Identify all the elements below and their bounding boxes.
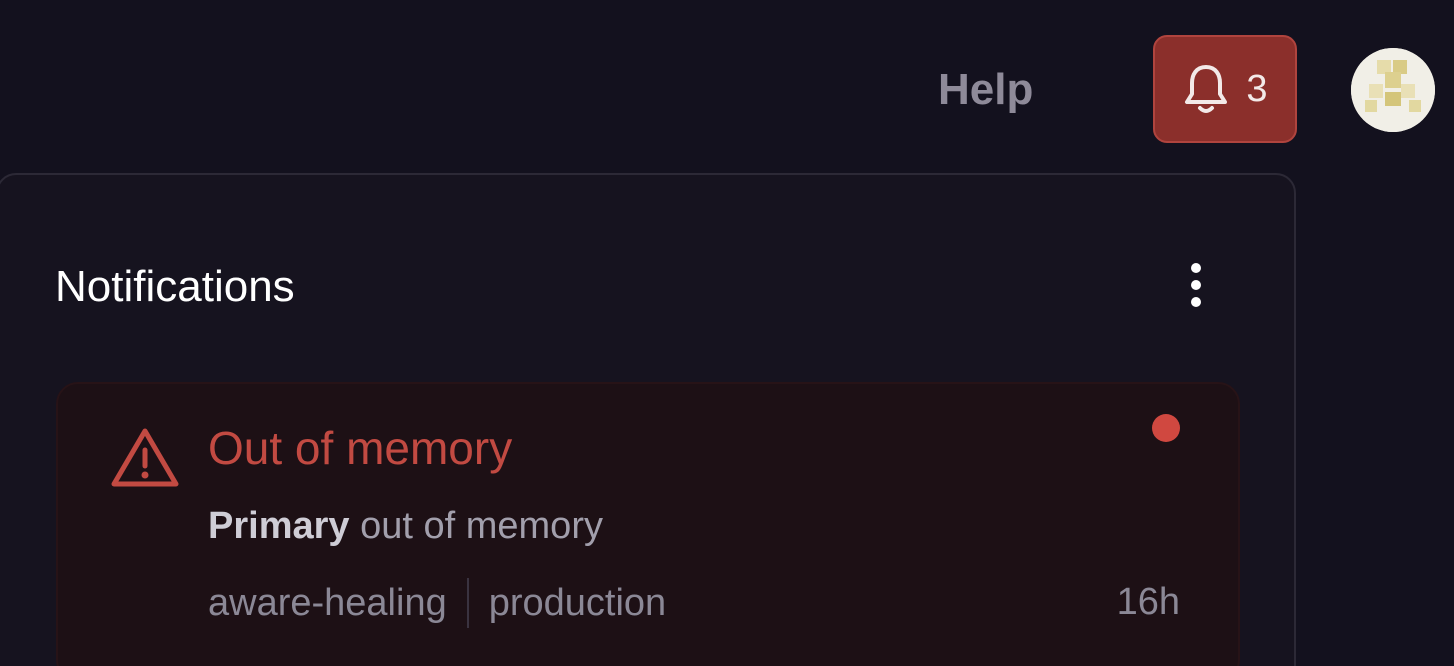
more-vertical-icon (1190, 262, 1202, 313)
notifications-button[interactable]: 3 (1153, 35, 1297, 143)
page: Help 3 Notifications Out of memory Prima… (0, 0, 1454, 666)
notification-message: Primary out of memory (208, 502, 603, 550)
warning-triangle-icon (110, 426, 180, 490)
notification-subject: Primary (208, 505, 350, 547)
notification-title: Out of memory (208, 422, 513, 474)
avatar[interactable] (1351, 48, 1435, 132)
notifications-panel: Notifications Out of memory Primary out … (0, 173, 1296, 666)
meta-divider (466, 578, 469, 628)
notification-count-badge: 3 (1246, 68, 1268, 110)
help-link[interactable]: Help (938, 62, 1033, 118)
notification-meta: aware-healing production (208, 578, 666, 628)
panel-title: Notifications (55, 262, 295, 311)
environment-name: production (488, 582, 667, 624)
bell-icon (1182, 62, 1230, 116)
more-options-button[interactable] (1178, 261, 1214, 313)
project-name: aware-healing (208, 582, 447, 624)
unread-indicator (1152, 414, 1180, 442)
notification-item[interactable]: Out of memory Primary out of memory awar… (56, 382, 1240, 666)
notification-message-text: out of memory (360, 505, 603, 547)
notification-time: 16h (1116, 581, 1180, 623)
